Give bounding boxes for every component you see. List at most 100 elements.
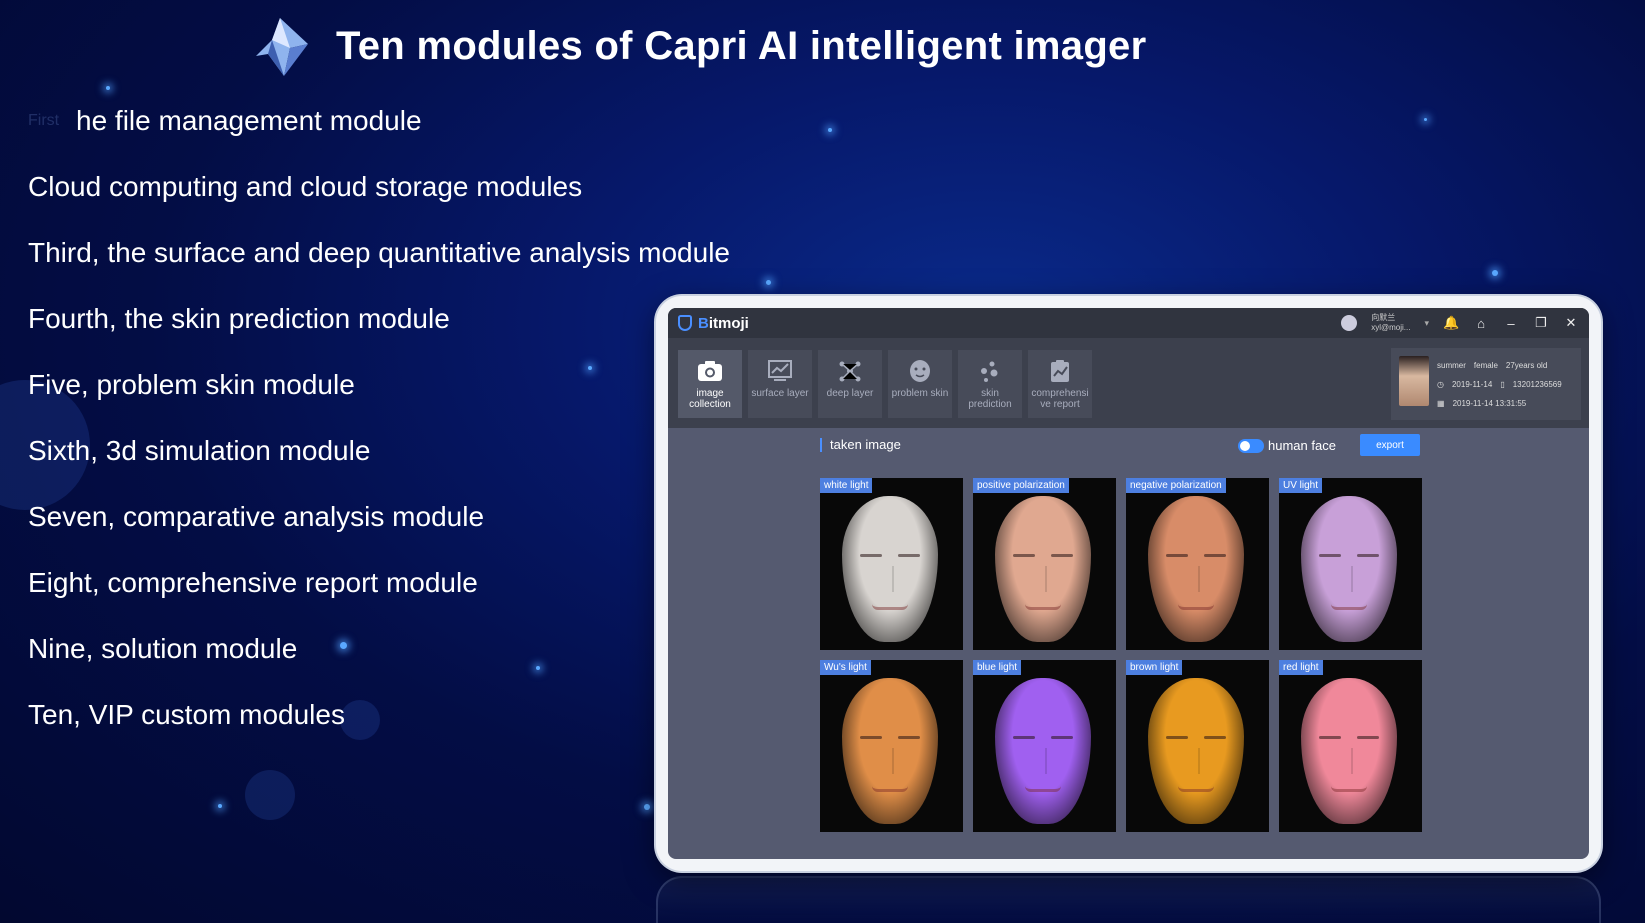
face-image — [995, 678, 1091, 824]
patient-profile-card[interactable]: summer female 27years old ◷ 2019-11-14 ▯… — [1391, 348, 1581, 420]
nose-feature — [1039, 566, 1047, 592]
face-image-tile[interactable]: UV light — [1279, 478, 1422, 650]
tablet-reflection — [656, 876, 1601, 923]
eye-feature — [1166, 554, 1188, 557]
tab-image-collection[interactable]: image collection — [678, 350, 742, 418]
module-item: First he file management module — [28, 98, 730, 164]
tool-label: problem skin — [891, 388, 949, 399]
face-image-tile[interactable]: brown light — [1126, 660, 1269, 832]
user-info[interactable]: 向默兰 xyl@moji... — [1371, 313, 1410, 333]
face-image-tile[interactable]: red light — [1279, 660, 1422, 832]
face-image-tile[interactable]: negative polarization — [1126, 478, 1269, 650]
face-image — [1301, 678, 1397, 824]
chevron-down-icon[interactable]: ▾ — [1424, 318, 1429, 329]
patient-gender: female — [1473, 361, 1498, 370]
bell-icon[interactable]: 🔔 — [1443, 315, 1459, 331]
tool-label: comprehensi — [1031, 388, 1089, 399]
report-icon — [1047, 358, 1073, 384]
face-image-tile[interactable]: blue light — [973, 660, 1116, 832]
app-name: itmoji — [708, 314, 749, 332]
user-name: 向默兰 — [1371, 313, 1396, 322]
tab-comprehensive-report[interactable]: comprehensi ve report — [1028, 350, 1092, 418]
image-label: positive polarization — [973, 478, 1069, 493]
face-image — [1301, 496, 1397, 642]
image-label: Wu's light — [820, 660, 871, 675]
nose-feature — [1345, 566, 1353, 592]
mouth-feature — [1331, 786, 1367, 792]
eye-feature — [898, 736, 920, 739]
module-toolbar: image collection surface layer deep laye… — [668, 338, 1589, 428]
eye-feature — [1319, 554, 1341, 557]
app-screen: Bitmoji 向默兰 xyl@moji... ▾ 🔔 ⌂ – ❐ ✕ imag… — [668, 308, 1589, 859]
tool-label: image — [696, 388, 724, 399]
patient-name: summer — [1437, 361, 1466, 370]
eye-feature — [1051, 554, 1073, 557]
eye-feature — [860, 554, 882, 557]
tab-deep-layer[interactable]: deep layer — [818, 350, 882, 418]
modules-list: First he file management module Cloud com… — [28, 98, 730, 758]
nose-feature — [886, 748, 894, 774]
chart-icon — [767, 358, 793, 384]
face-image — [842, 678, 938, 824]
eye-feature — [1357, 554, 1379, 557]
app-name-initial: B — [698, 314, 709, 332]
minimize-icon[interactable]: – — [1503, 316, 1519, 331]
eye-feature — [898, 554, 920, 557]
mouth-feature — [1025, 786, 1061, 792]
nose-feature — [1039, 748, 1047, 774]
calendar-icon: ▦ — [1437, 399, 1445, 408]
close-icon[interactable]: ✕ — [1563, 315, 1579, 331]
app-titlebar: Bitmoji 向默兰 xyl@moji... ▾ 🔔 ⌂ – ❐ ✕ — [668, 308, 1589, 338]
bokeh — [245, 770, 295, 820]
toggle-switch[interactable] — [1238, 438, 1264, 453]
faded-text: First — [28, 112, 60, 129]
tool-label: ve report — [1040, 399, 1080, 410]
tablet-frame: Bitmoji 向默兰 xyl@moji... ▾ 🔔 ⌂ – ❐ ✕ imag… — [656, 296, 1601, 871]
patient-info: summer female 27years old ◷ 2019-11-14 ▯… — [1437, 356, 1573, 412]
main-content: taken image human face export white ligh… — [668, 428, 1589, 859]
eye-feature — [860, 736, 882, 739]
restore-icon[interactable]: ❐ — [1533, 315, 1549, 331]
star-logo-icon — [256, 18, 308, 76]
mouth-feature — [1331, 604, 1367, 610]
module-item: Ten, VIP custom modules — [28, 699, 345, 730]
face-image-tile[interactable]: positive polarization — [973, 478, 1116, 650]
star — [828, 128, 832, 132]
module-item: Third, the surface and deep quantitative… — [28, 237, 730, 268]
module-item: Five, problem skin module — [28, 369, 355, 400]
home-icon[interactable]: ⌂ — [1473, 316, 1489, 331]
image-label: red light — [1279, 660, 1323, 675]
section-title: taken image — [820, 438, 901, 452]
visit-date: 2019-11-14 — [1451, 380, 1493, 389]
tool-label: prediction — [968, 399, 1012, 410]
user-avatar-icon[interactable] — [1341, 315, 1358, 331]
image-label: brown light — [1126, 660, 1183, 675]
eye-feature — [1013, 554, 1035, 557]
star — [218, 804, 222, 808]
nose-feature — [1192, 566, 1200, 592]
tab-skin-prediction[interactable]: skin prediction — [958, 350, 1022, 418]
star — [1492, 270, 1498, 276]
page-title: Ten modules of Capri AI intelligent imag… — [336, 23, 1147, 68]
export-button[interactable]: export — [1360, 434, 1420, 456]
module-label: he file management module — [76, 105, 422, 136]
module-item: Sixth, 3d simulation module — [28, 435, 371, 466]
patient-age: 27years old — [1505, 361, 1548, 370]
face-image — [842, 496, 938, 642]
tab-problem-skin[interactable]: problem skin — [888, 350, 952, 418]
tool-label: collection — [689, 399, 731, 410]
human-face-toggle[interactable]: human face — [1238, 438, 1336, 453]
star — [106, 86, 110, 90]
face-image — [995, 496, 1091, 642]
mouth-feature — [1025, 604, 1061, 610]
eye-feature — [1319, 736, 1341, 739]
star — [1424, 118, 1427, 121]
user-email: xyl@moji... — [1371, 323, 1411, 332]
image-label: blue light — [973, 660, 1022, 675]
face-image-tile[interactable]: Wu's light — [820, 660, 963, 832]
titlebar-controls: 向默兰 xyl@moji... ▾ 🔔 ⌂ – ❐ ✕ — [1341, 313, 1579, 333]
module-item: Seven, comparative analysis module — [28, 501, 485, 532]
tab-surface-layer[interactable]: surface layer — [748, 350, 812, 418]
face-image-tile[interactable]: white light — [820, 478, 963, 650]
nose-feature — [1192, 748, 1200, 774]
